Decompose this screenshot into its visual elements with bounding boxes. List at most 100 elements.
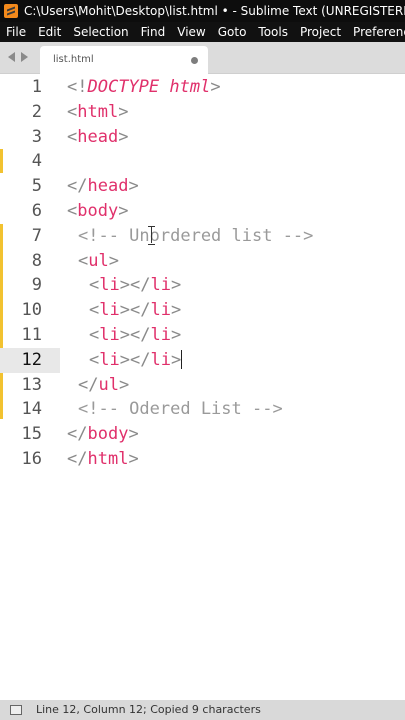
tab-nav-arrows: [8, 52, 28, 62]
code-line-8: <ul>: [78, 249, 119, 274]
tag-name: body: [87, 424, 129, 445]
menu-bar: File Edit Selection Find View Goto Tools…: [0, 22, 405, 42]
code-line-3: <head>: [67, 125, 128, 150]
arrow-left-icon[interactable]: [8, 52, 15, 62]
tag-close: >: [128, 449, 139, 469]
tag-close: >: [128, 176, 139, 197]
tag-name: li: [99, 300, 120, 321]
menu-view[interactable]: View: [171, 22, 211, 42]
tag-open: <: [89, 349, 100, 370]
title-bar: C:\Users\Mohit\Desktop\list.html • - Sub…: [0, 0, 405, 22]
tag-name: head: [77, 126, 119, 147]
tag-open: </: [67, 424, 88, 445]
menu-file[interactable]: File: [0, 22, 32, 42]
code-line-6: <body>: [67, 199, 128, 224]
tag-open: <: [89, 300, 100, 321]
tag-name: html: [77, 101, 119, 122]
doctype-close: >: [210, 77, 221, 97]
line-number-gutter: 1 2 3 4 5 6 7 8 9 10 11 12 13 14 15 16: [0, 75, 60, 700]
line-number: 8: [31, 250, 42, 271]
tag-close: >: [118, 126, 129, 147]
doctype-value: html: [169, 77, 211, 97]
panel-toggle-icon[interactable]: [10, 705, 22, 715]
tab-label: list.html: [53, 54, 94, 65]
tag-mid: ></: [119, 349, 151, 370]
window-title: C:\Users\Mohit\Desktop\list.html • - Sub…: [24, 4, 405, 18]
code-line-1: <!DOCTYPE html>: [67, 75, 221, 100]
line-number: 10: [21, 300, 42, 321]
tab-bar: list.html: [0, 42, 405, 74]
tag-name: li: [99, 275, 120, 296]
line-number: 1: [31, 77, 42, 97]
tag-name: li: [99, 325, 120, 345]
code-line-13: </ul>: [78, 373, 129, 398]
tag-mid: ></: [119, 325, 151, 345]
tag-mid: ></: [119, 275, 151, 296]
code-line-15: </body>: [67, 422, 139, 447]
code-line-16: </html>: [67, 447, 139, 472]
code-line-2: <html>: [67, 100, 128, 125]
line-number: 16: [21, 449, 42, 469]
tag-name: li: [150, 275, 171, 296]
tag-close: >: [170, 275, 182, 296]
status-bar: Line 12, Column 12; Copied 9 characters: [0, 700, 405, 720]
doctype-keyword: DOCTYPE: [87, 77, 160, 97]
tag-name: body: [77, 201, 119, 221]
tag-open: </: [67, 176, 88, 197]
tag-open: <: [67, 101, 78, 122]
menu-selection[interactable]: Selection: [67, 22, 134, 42]
tag-name: head: [87, 176, 129, 197]
code-line-12: <li></li>: [89, 348, 183, 373]
tag-close: >: [118, 374, 130, 395]
code-line-5: </head>: [67, 174, 139, 199]
line-number: 9: [31, 275, 42, 296]
line-number-active: 12: [0, 347, 60, 373]
tab-list-html[interactable]: list.html: [40, 46, 208, 74]
code-line-11: <li></li>: [89, 323, 181, 348]
line-number: 13: [21, 374, 42, 395]
line-number: 14: [21, 399, 42, 420]
tag-open: <: [67, 201, 78, 221]
line-number: 7: [31, 225, 42, 246]
line-number: 4: [31, 151, 42, 172]
tag-name: ul: [88, 250, 109, 271]
tag-close: >: [108, 250, 119, 271]
tag-open: <: [78, 250, 89, 271]
tag-close: >: [170, 325, 182, 345]
tag-name: li: [150, 300, 171, 321]
menu-goto[interactable]: Goto: [212, 22, 253, 42]
line-number: 15: [21, 424, 42, 445]
editor-area[interactable]: 1 2 3 4 5 6 7 8 9 10 11 12 13 14 15 16 <…: [0, 75, 405, 700]
arrow-right-icon[interactable]: [21, 52, 28, 62]
tag-open: <: [67, 126, 78, 147]
tag-open: <: [89, 325, 100, 345]
line-number: 5: [31, 176, 42, 197]
code-line-9: <li></li>: [89, 273, 181, 298]
tag-open: <: [89, 275, 100, 296]
sublime-text-icon: [4, 4, 18, 18]
menu-edit[interactable]: Edit: [32, 22, 67, 42]
line-number: 3: [31, 126, 42, 147]
menu-project[interactable]: Project: [294, 22, 347, 42]
menu-tools[interactable]: Tools: [252, 22, 294, 42]
code-line-7: <!-- Unordered list -->: [78, 225, 314, 246]
tag-close: >: [128, 424, 139, 445]
menu-find[interactable]: Find: [135, 22, 172, 42]
code-line-14: <!-- Odered List -->: [78, 399, 283, 420]
tag-name: ul: [98, 374, 119, 395]
tag-name: html: [87, 449, 129, 469]
doctype-open: <!: [67, 77, 88, 97]
tag-close: >: [118, 201, 129, 221]
status-text: Line 12, Column 12; Copied 9 characters: [36, 703, 261, 716]
tag-name: li: [150, 349, 171, 370]
code-line-10: <li></li>: [89, 298, 181, 323]
line-number: 11: [21, 325, 42, 345]
line-number: 2: [31, 101, 42, 122]
text-caret: [181, 350, 183, 370]
tag-close: >: [170, 349, 182, 370]
tag-name: li: [99, 349, 120, 370]
tag-close: >: [170, 300, 182, 321]
unsaved-dot-icon[interactable]: [191, 57, 198, 64]
menu-preferences[interactable]: Preferences: [347, 22, 405, 42]
